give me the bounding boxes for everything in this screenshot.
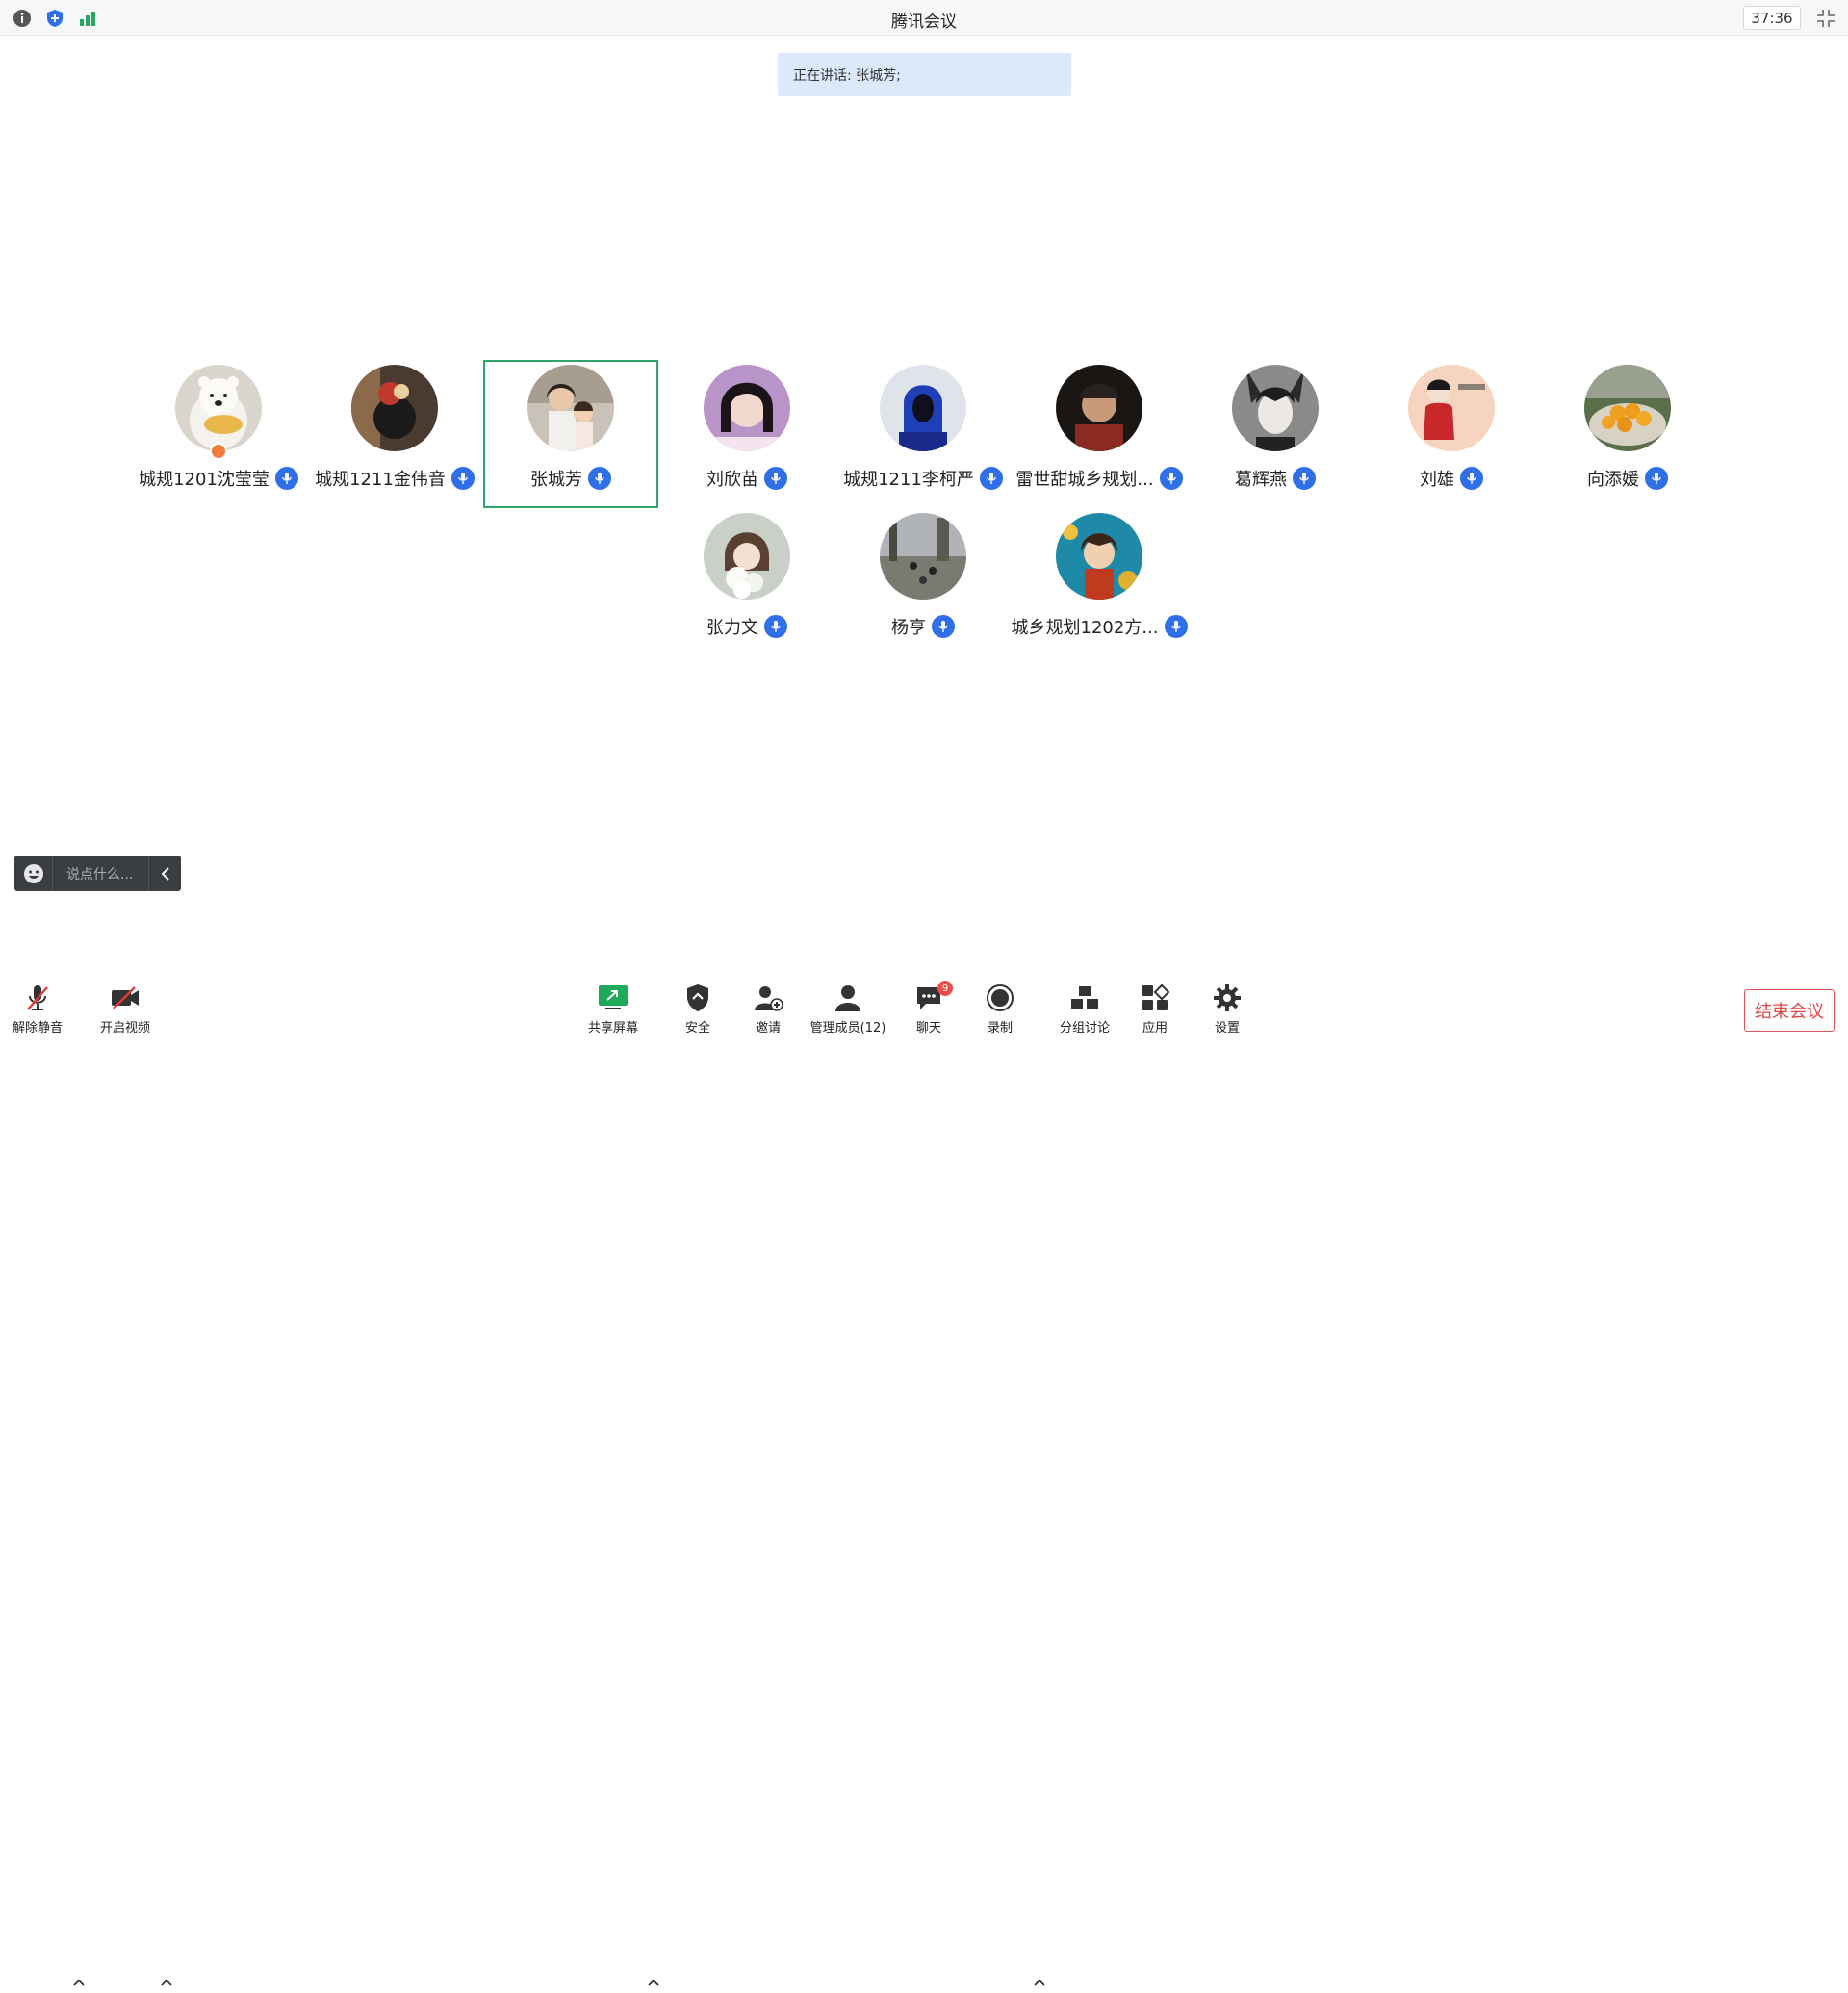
mic-icon (979, 467, 1003, 490)
apps-label: 应用 (1142, 1021, 1168, 1035)
mic-icon (764, 467, 787, 490)
participant-name: 张城芳 (530, 470, 582, 490)
chat-button[interactable]: 9 聊天 (895, 981, 962, 1038)
add-user-icon (753, 983, 783, 1013)
record-button[interactable]: 录制 (966, 983, 1034, 1038)
mic-icon (764, 615, 787, 638)
speaking-banner: 正在讲话: 张城芳; (778, 53, 1071, 96)
dark-avatar (351, 365, 438, 451)
participant-name: 刘雄 (1420, 470, 1454, 490)
dark-portrait-avatar (1056, 365, 1142, 451)
record-label: 录制 (987, 1021, 1013, 1035)
emoji-icon[interactable] (14, 856, 53, 891)
settings-label: 设置 (1214, 1021, 1240, 1035)
mic-icon (1159, 467, 1183, 490)
share-screen-button[interactable]: 共享屏幕 (579, 983, 647, 1038)
mic-icon (1293, 467, 1316, 490)
participant-tile[interactable]: 城规1211李柯严 (835, 360, 1011, 508)
chevron-up-icon[interactable] (72, 1975, 86, 1988)
security-label: 安全 (684, 1021, 710, 1035)
breakout-icon (1069, 983, 1100, 1013)
chevron-up-icon[interactable] (1033, 1975, 1046, 1988)
participant-tile[interactable]: 刘雄 (1364, 360, 1539, 508)
share-screen-label: 共享屏幕 (587, 1021, 638, 1035)
outdoor-avatar (880, 513, 966, 600)
participant-name: 刘欣苗 (706, 470, 758, 490)
shield-icon (682, 983, 713, 1013)
gear-icon (1212, 983, 1243, 1013)
chevron-left-icon[interactable] (148, 856, 181, 891)
chat-unread-badge: 9 (937, 981, 953, 996)
girl-headphones-avatar (704, 365, 790, 451)
exit-fullscreen-icon[interactable] (1815, 8, 1836, 29)
mic-icon (1645, 467, 1668, 490)
chevron-up-icon[interactable] (647, 1975, 660, 1988)
participant-name: 杨亨 (891, 618, 926, 638)
participant-name: 葛辉燕 (1235, 470, 1287, 490)
mic-icon (450, 467, 475, 490)
quick-chat-box[interactable]: 说点什么... (14, 856, 181, 891)
mic-icon (274, 467, 298, 490)
meeting-timer: 37:36 (1743, 6, 1801, 30)
flower-avatar (704, 513, 790, 600)
start-video-label: 开启视频 (99, 1021, 150, 1035)
bottom-toolbar: 解除静音 开启视频 共享屏幕 安全 邀请 管理成员(12) 9 聊天 录制 分组… (0, 977, 1848, 1986)
apps-button[interactable]: 应用 (1121, 983, 1189, 1038)
host-icon (210, 443, 227, 460)
invite-label: 邀请 (755, 1021, 781, 1035)
start-video-button[interactable]: 开启视频 (91, 983, 159, 1038)
unmute-button[interactable]: 解除静音 (4, 983, 71, 1038)
manage-members-label: 管理成员(12) (809, 1021, 886, 1035)
app-title: 腾讯会议 (891, 13, 957, 32)
user-icon (833, 983, 863, 1013)
invite-button[interactable]: 邀请 (734, 983, 802, 1038)
blue-hood-avatar (880, 365, 966, 451)
mother-daughter-avatar (527, 365, 614, 451)
mic-icon (1164, 615, 1188, 638)
breakout-rooms-button[interactable]: 分组讨论 (1051, 983, 1118, 1038)
anime-avatar (1056, 513, 1142, 600)
participant-name: 雷世甜城乡规划... (1015, 470, 1154, 490)
participant-tile[interactable]: 城乡规划1202方... (1011, 508, 1188, 656)
settings-button[interactable]: 设置 (1194, 983, 1261, 1038)
breakout-rooms-label: 分组讨论 (1059, 1021, 1110, 1035)
participant-tile[interactable]: 向添媛 (1540, 360, 1715, 508)
mic-muted-icon (22, 983, 53, 1013)
end-meeting-button[interactable]: 结束会议 (1744, 989, 1835, 1032)
apps-grid-icon (1140, 983, 1170, 1013)
wolf-boy-avatar (1232, 365, 1319, 451)
oranges-avatar (1584, 365, 1671, 451)
participant-name: 城规1211金伟音 (315, 470, 446, 490)
mic-icon (1460, 467, 1483, 490)
participant-tile[interactable]: 城规1201沈莹莹 (131, 360, 306, 508)
participant-name: 城规1201沈莹莹 (139, 470, 270, 490)
manage-members-button[interactable]: 管理成员(12) (810, 983, 886, 1038)
security-button[interactable]: 安全 (664, 983, 732, 1038)
chat-input[interactable]: 说点什么... (53, 864, 148, 883)
polar-bear-avatar (175, 365, 262, 451)
participant-tile[interactable]: 杨亨 (835, 508, 1011, 656)
participant-name: 张力文 (706, 618, 758, 638)
cartoon-kid-avatar (1408, 365, 1495, 451)
record-icon (985, 983, 1015, 1013)
camera-off-icon (110, 983, 141, 1013)
title-bar: 腾讯会议 37:36 (0, 0, 1848, 36)
chat-label: 聊天 (915, 1021, 941, 1035)
mic-icon (932, 615, 955, 638)
participant-tile[interactable]: 葛辉燕 (1188, 360, 1363, 508)
participant-tile-speaking[interactable]: 张城芳 (483, 360, 658, 508)
participant-tile[interactable]: 张力文 (659, 508, 834, 656)
share-screen-icon (598, 983, 629, 1013)
participant-name: 向添媛 (1587, 470, 1639, 490)
participant-tile[interactable]: 刘欣苗 (659, 360, 834, 508)
participant-grid: 城规1201沈莹莹 城规1211金伟音 张城芳 刘欣苗 城规1211李柯严 雷世… (0, 0, 1848, 1039)
unmute-label: 解除静音 (12, 1021, 63, 1035)
participant-name: 城规1211李柯严 (843, 470, 974, 490)
chevron-up-icon[interactable] (160, 1975, 173, 1988)
participant-tile[interactable]: 雷世甜城乡规划... (1012, 360, 1187, 508)
participant-tile[interactable]: 城规1211金伟音 (307, 360, 482, 508)
mic-icon (588, 467, 611, 490)
participant-name: 城乡规划1202方... (1011, 618, 1159, 638)
